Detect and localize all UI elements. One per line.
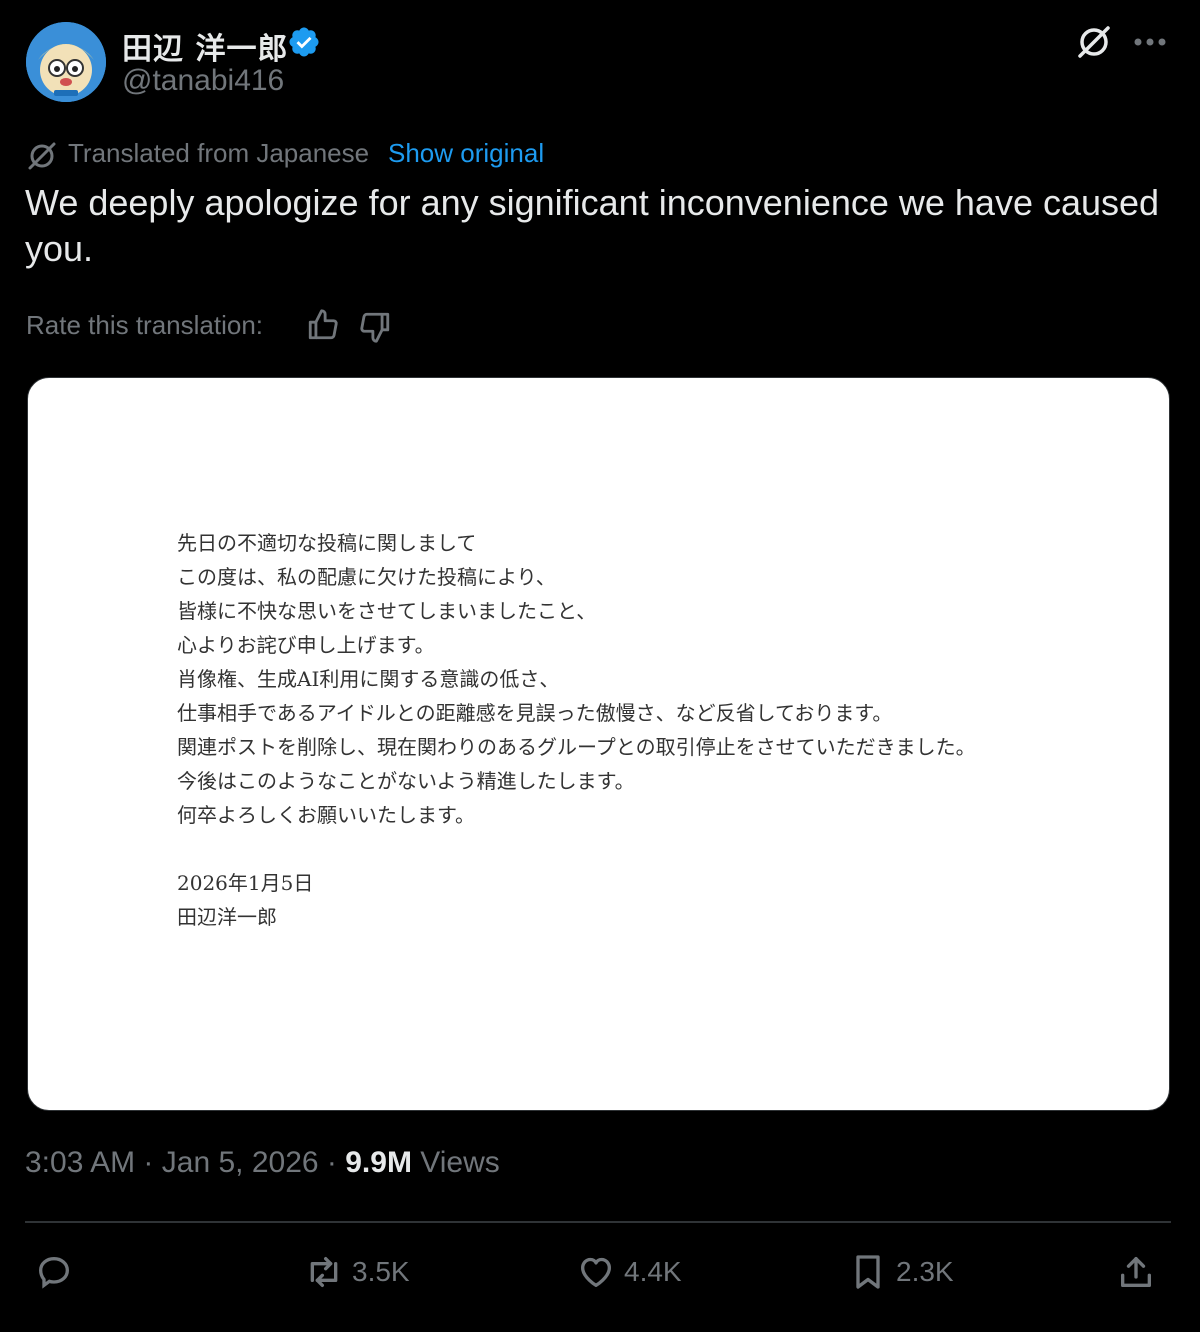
letter-signature: 田辺洋一郎 bbox=[177, 905, 277, 929]
display-name[interactable]: 田辺 洋一郎 bbox=[122, 24, 288, 68]
tweet-meta: 3:03 AM · Jan 5, 2026 · 9.9M Views bbox=[25, 1146, 500, 1180]
like-button[interactable]: 4.4K bbox=[576, 1250, 682, 1294]
bookmark-count: 2.3K bbox=[896, 1256, 954, 1287]
apology-letter: 先日の不適切な投稿に関しまして この度は、私の配慮に欠けた投稿により、 皆様に不… bbox=[177, 526, 976, 934]
divider bbox=[25, 1221, 1171, 1223]
tweet-text: We deeply apologize for any significant … bbox=[25, 182, 1160, 269]
retweet-count: 3.5K bbox=[352, 1256, 410, 1287]
letter-line: 皆様に不快な思いをさせてしまいましたこと、 bbox=[177, 599, 597, 623]
tweet-date[interactable]: Jan 5, 2026 bbox=[162, 1146, 319, 1179]
more-options-icon[interactable] bbox=[1130, 28, 1170, 56]
retweet-button[interactable]: 3.5K bbox=[304, 1250, 410, 1294]
letter-line: この度は、私の配慮に欠けた投稿により、 bbox=[177, 565, 556, 589]
views-label: Views bbox=[420, 1146, 500, 1179]
retweet-icon bbox=[310, 1257, 338, 1287]
rate-translation-label: Rate this translation: bbox=[26, 310, 264, 340]
tweet-time[interactable]: 3:03 AM bbox=[25, 1146, 135, 1179]
views-count: 9.9M bbox=[345, 1146, 412, 1179]
letter-line: 心よりお詫び申し上げます。 bbox=[177, 633, 435, 657]
like-count: 4.4K bbox=[624, 1256, 682, 1287]
letter-line: 今後はこのようなことがないよう精進したします。 bbox=[177, 769, 635, 793]
letter-line: 肖像権、生成AI利用に関する意識の低さ、 bbox=[177, 667, 560, 691]
tweet-media-image[interactable]: 先日の不適切な投稿に関しまして この度は、私の配慮に欠けた投稿により、 皆様に不… bbox=[27, 377, 1170, 1111]
verified-badge-icon bbox=[287, 25, 321, 59]
reply-button[interactable] bbox=[34, 1250, 74, 1294]
grok-icon[interactable] bbox=[1074, 22, 1114, 62]
bookmark-button[interactable]: 2.3K bbox=[848, 1250, 954, 1294]
meta-separator: · bbox=[326, 1146, 337, 1179]
letter-line: 関連ポストを削除し、現在関わりのあるグループとの取引停止をさせていただきました。 bbox=[177, 735, 976, 759]
user-handle[interactable]: @tanabi416 bbox=[122, 64, 284, 98]
letter-line: 仕事相手であるアイドルとの距離感を見誤った傲慢さ、など反省しております。 bbox=[177, 701, 893, 725]
meta-separator: · bbox=[143, 1146, 154, 1179]
letter-date: 2026年1月5日 bbox=[177, 871, 314, 895]
grok-translate-icon bbox=[26, 139, 58, 171]
thumbs-up-icon[interactable] bbox=[306, 308, 340, 342]
letter-line: 先日の不適切な投稿に関しまして bbox=[177, 531, 477, 555]
share-button[interactable] bbox=[1116, 1250, 1156, 1294]
heart-icon bbox=[581, 1257, 611, 1287]
bookmark-icon bbox=[856, 1255, 880, 1289]
thumbs-down-icon[interactable] bbox=[358, 310, 392, 344]
translated-from-label: Translated from Japanese bbox=[68, 138, 370, 168]
avatar[interactable] bbox=[26, 22, 106, 102]
share-icon bbox=[1121, 1257, 1151, 1287]
reply-icon bbox=[38, 1256, 70, 1289]
letter-line: 何卒よろしくお願いいたします。 bbox=[177, 803, 475, 827]
show-original-link[interactable]: Show original bbox=[388, 138, 544, 169]
